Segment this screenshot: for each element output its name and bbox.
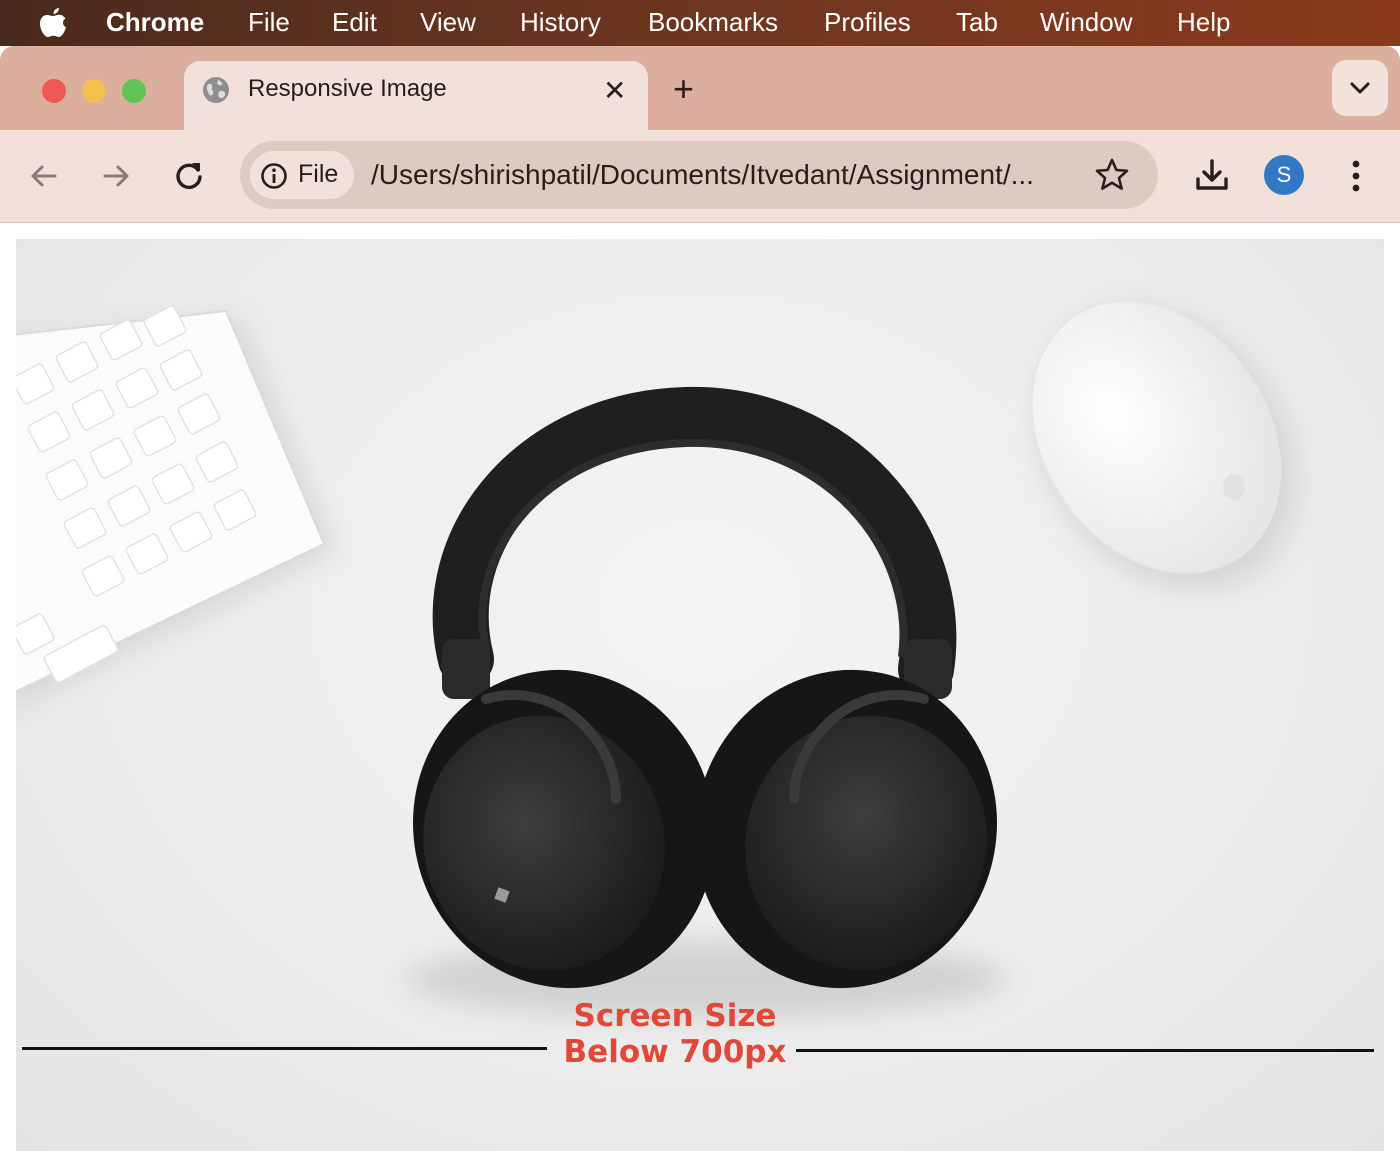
menu-app-chrome[interactable]: Chrome	[106, 7, 204, 38]
new-tab-button[interactable]: +	[673, 68, 694, 110]
window-minimize-button[interactable]	[82, 79, 106, 103]
divider-line-right	[796, 1049, 1374, 1052]
site-info-label: File	[298, 160, 339, 188]
headphones-illustration	[406, 386, 1006, 1019]
download-icon[interactable]	[1194, 157, 1230, 193]
keyboard-illustration	[16, 305, 334, 705]
menu-profiles[interactable]: Profiles	[824, 7, 911, 38]
window-maximize-button[interactable]	[122, 79, 146, 103]
menu-window[interactable]: Window	[1040, 7, 1132, 38]
menu-edit[interactable]: Edit	[332, 7, 377, 38]
back-arrow-icon[interactable]	[28, 160, 60, 192]
menu-tab[interactable]: Tab	[956, 7, 998, 38]
bookmark-star-icon[interactable]	[1094, 157, 1130, 193]
menu-file[interactable]: File	[248, 7, 290, 38]
tab-close-icon[interactable]: ✕	[603, 74, 626, 107]
reload-icon[interactable]	[172, 159, 206, 193]
menu-help[interactable]: Help	[1177, 7, 1230, 38]
apple-icon[interactable]	[38, 6, 68, 40]
menu-history[interactable]: History	[520, 7, 601, 38]
chevron-down-icon	[1350, 82, 1370, 94]
tab-search-button[interactable]	[1332, 60, 1388, 116]
window-close-button[interactable]	[42, 79, 66, 103]
menu-view[interactable]: View	[420, 7, 476, 38]
profile-avatar[interactable]: S	[1264, 155, 1304, 195]
forward-arrow-icon[interactable]	[100, 160, 132, 192]
menu-bookmarks[interactable]: Bookmarks	[648, 7, 778, 38]
tab-title: Responsive Image	[248, 75, 447, 102]
info-icon	[261, 163, 287, 189]
menu-bar: Chrome File Edit View History Bookmarks …	[0, 0, 1400, 46]
globe-icon	[203, 77, 229, 103]
mouse-illustration	[1030, 300, 1297, 591]
more-menu-icon[interactable]	[1344, 159, 1368, 193]
caption-line-2: Below 700px	[563, 1034, 787, 1070]
screen-size-caption: Screen Size Below 700px	[540, 998, 810, 1070]
url-text[interactable]: /Users/shirishpatil/Documents/Itvedant/A…	[371, 159, 1081, 191]
divider-line-left	[22, 1047, 547, 1050]
caption-line-1: Screen Size	[573, 998, 777, 1034]
